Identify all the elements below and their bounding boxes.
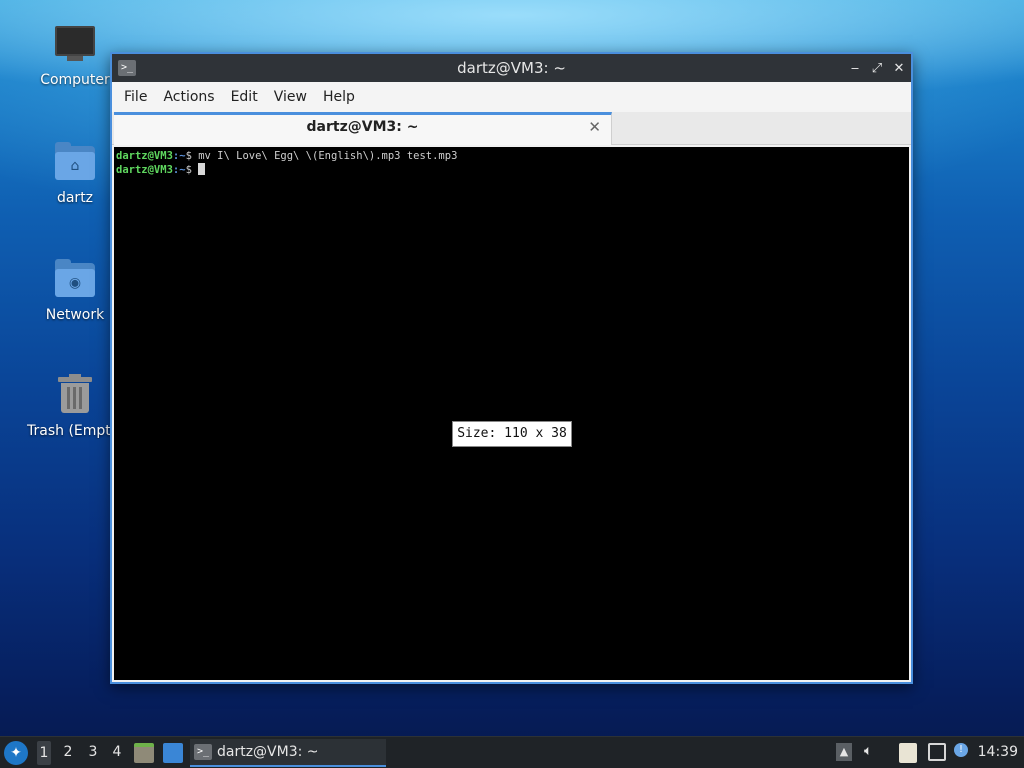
terminal-line: dartz@VM3:~$ [116,163,907,177]
notification-icon[interactable]: ! [954,743,968,757]
file-manager-icon[interactable] [134,743,154,763]
prompt-user: dartz@VM3 [116,150,173,162]
terminal-cursor [198,163,206,175]
minimize-icon[interactable]: ‒ [849,61,861,76]
window-controls: ‒ ⤢ ✕ [849,54,905,82]
workspace-4[interactable]: 4 [110,744,124,760]
prompt-path: :~ [172,150,186,162]
clipboard-icon[interactable] [899,743,917,763]
desktop-icon-label: Trash (Empty) [27,423,123,439]
menu-view[interactable]: View [266,89,315,105]
show-desktop-icon[interactable] [163,743,183,763]
workspace-2[interactable]: 2 [61,744,75,760]
desktop-icon-label: Computer [40,72,110,88]
home-folder-icon: ⌂ [53,140,97,184]
desktop-icon-label: dartz [56,190,94,206]
task-terminal[interactable]: >_ dartz@VM3: ~ [190,739,386,767]
desktop-icon-label: Network [45,307,105,323]
terminal-task-icon: >_ [194,744,212,760]
window-title: dartz@VM3: ~ [457,59,566,77]
tab-title: dartz@VM3: ~ [306,119,419,135]
prompt-symbol: $ [185,164,199,176]
menu-bar: File Actions Edit View Help [112,82,911,112]
tab-bar: dartz@VM3: ~ ✕ [112,112,911,145]
taskbar: ✦ 1 2 3 4 >_ dartz@VM3: ~ ▲ 🔈︎ ! 14:39 [0,736,1024,768]
prompt-symbol: $ [185,150,199,162]
menu-edit[interactable]: Edit [223,89,266,105]
desktop-icon-computer[interactable]: Computer [27,22,123,88]
desktop-icon-trash[interactable]: Trash (Empty) [27,373,123,439]
task-label: dartz@VM3: ~ [217,744,319,760]
tab-close-icon[interactable]: ✕ [588,118,601,136]
trash-icon [53,373,97,417]
maximize-icon[interactable]: ⤢ [871,61,883,76]
terminal-app-icon[interactable]: >_ [118,60,136,76]
desktop-icon-network[interactable]: ◉ Network [27,257,123,323]
window-titlebar[interactable]: >_ dartz@VM3: ~ ‒ ⤢ ✕ [112,54,911,82]
workspace-1[interactable]: 1 [37,741,51,765]
computer-icon [53,22,97,66]
start-menu-icon[interactable]: ✦ [4,741,28,765]
close-icon[interactable]: ✕ [893,61,905,76]
prompt-path: :~ [172,164,186,176]
terminal-command: mv I\ Love\ Egg\ \(English\).mp3 test.mp… [198,150,458,162]
terminal-output[interactable]: dartz@VM3:~$ mv I\ Love\ Egg\ \(English\… [114,147,909,680]
network-status-icon[interactable] [928,743,946,761]
tray-scroll-up-icon[interactable]: ▲ [836,743,852,761]
menu-file[interactable]: File [116,89,155,105]
terminal-line: dartz@VM3:~$ mv I\ Love\ Egg\ \(English\… [116,149,907,163]
network-folder-icon: ◉ [53,257,97,301]
clock[interactable]: 14:39 [978,744,1018,760]
prompt-user: dartz@VM3 [116,164,173,176]
terminal-window: >_ dartz@VM3: ~ ‒ ⤢ ✕ File Actions Edit … [110,52,913,684]
volume-icon[interactable]: 🔈︎ [864,743,872,759]
menu-actions[interactable]: Actions [155,89,222,105]
size-tooltip: Size: 110 x 38 [452,421,572,447]
workspace-3[interactable]: 3 [86,744,100,760]
desktop-icon-home-folder[interactable]: ⌂ dartz [27,140,123,206]
tab-terminal[interactable]: dartz@VM3: ~ ✕ [114,112,612,145]
menu-help[interactable]: Help [315,89,363,105]
